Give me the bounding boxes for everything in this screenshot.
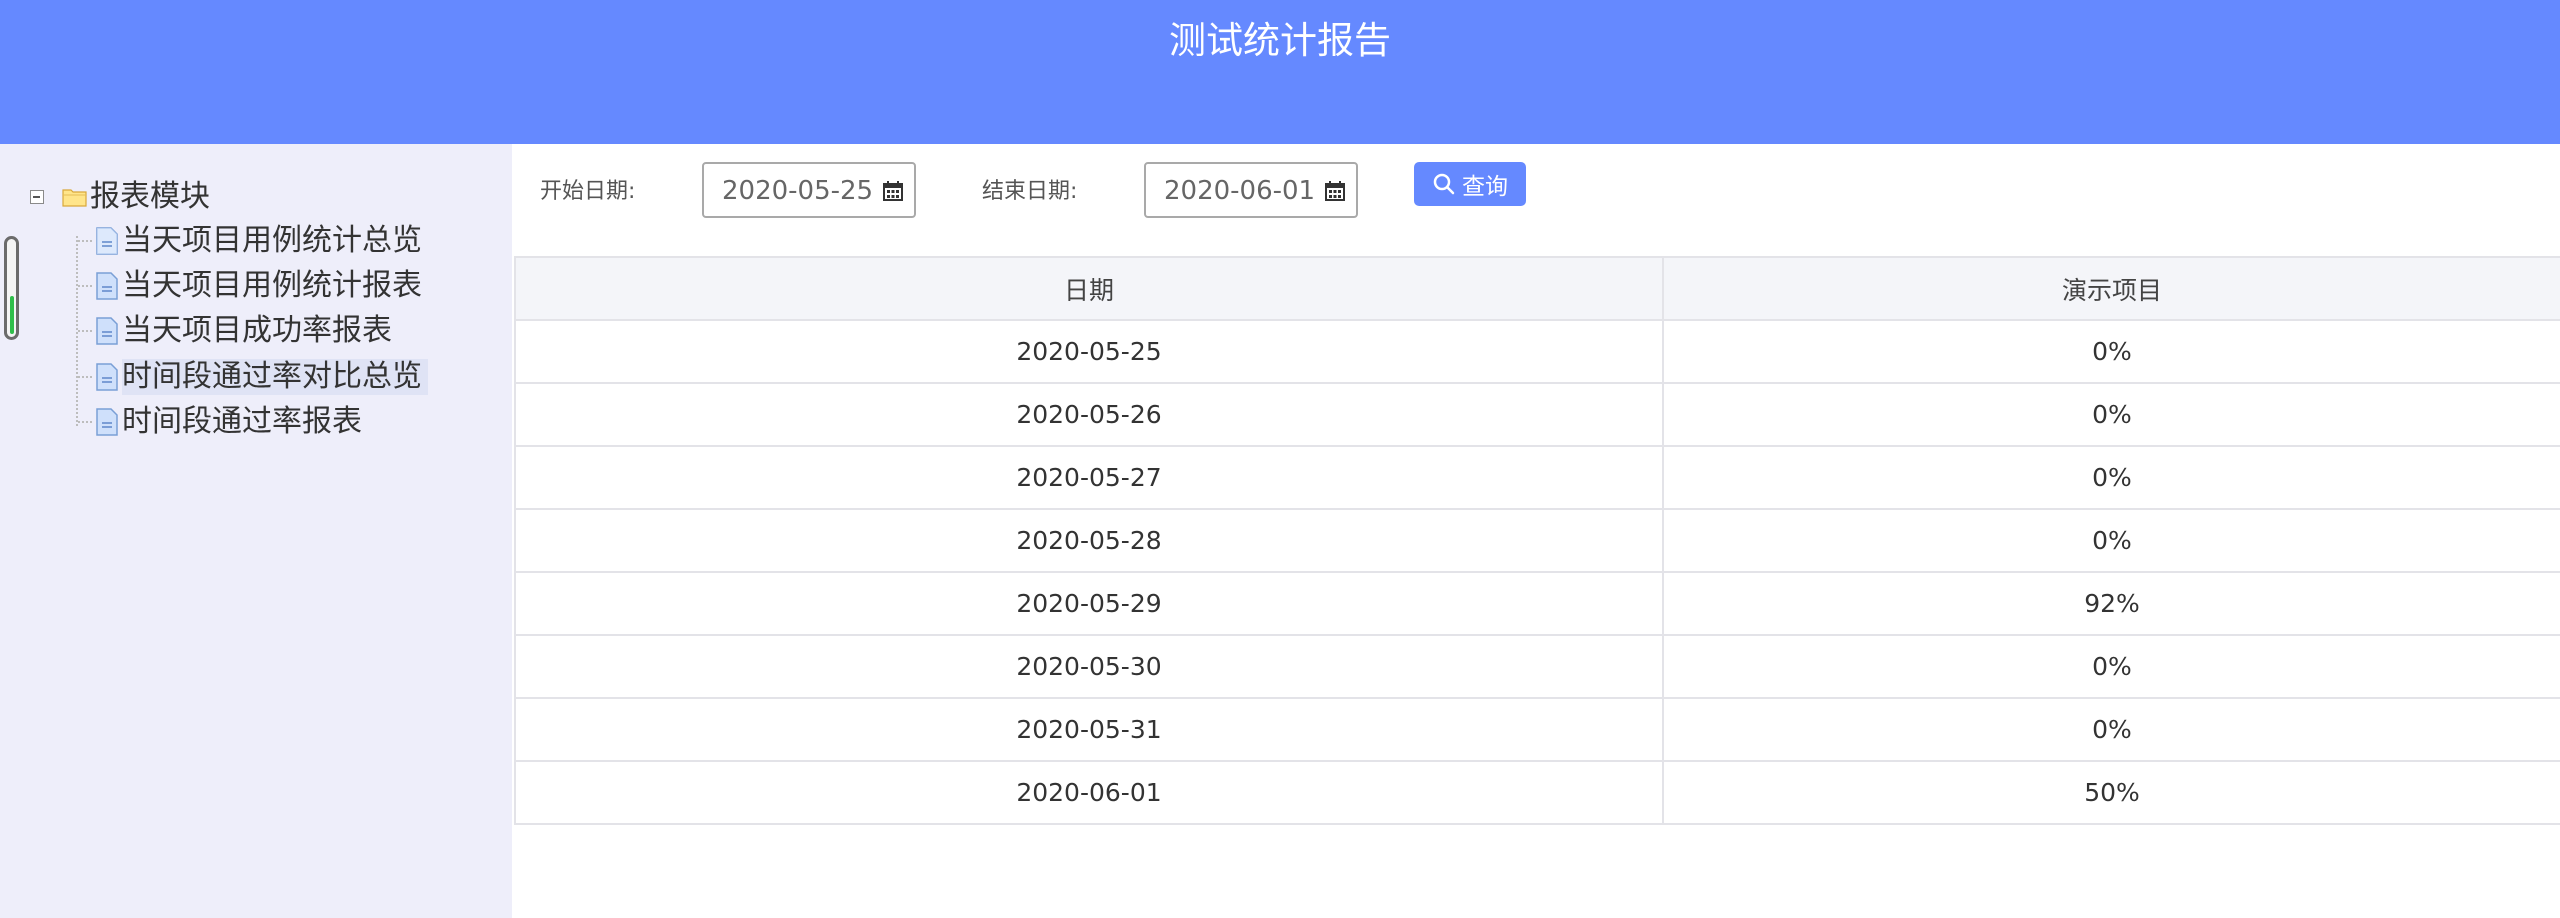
sidebar-scrollbar[interactable]: [4, 236, 19, 340]
tree-item-label: 当天项目用例统计总览: [122, 223, 422, 258]
end-date-label: 结束日期:: [982, 179, 1078, 204]
table-row: 2020-05-26 0%: [514, 382, 2560, 447]
cell-rate: 0%: [1662, 319, 2560, 384]
tree-item-label: 时间段通过率对比总览: [122, 359, 428, 395]
end-date-value: 2020-06-01: [1164, 176, 1316, 206]
cell-date: 2020-06-01: [514, 760, 1664, 825]
end-date-input[interactable]: 2020-06-01: [1144, 162, 1358, 218]
document-icon: [96, 408, 118, 436]
app-header: 测试统计报告: [0, 0, 2560, 144]
table-row: 2020-05-27 0%: [514, 445, 2560, 510]
cell-rate: 0%: [1662, 445, 2560, 510]
search-icon: [1433, 173, 1455, 195]
report-table: 日期 演示项目 2020-05-25 0% 2020-05-26 0% 2020…: [514, 256, 2560, 825]
cell-rate: 0%: [1662, 382, 2560, 447]
sidebar: 报表模块 当天项目用例统计总览 当天项目用例统计报表 当天项目成功率报表 时间段…: [0, 144, 512, 918]
cell-rate: 0%: [1662, 697, 2560, 762]
table-row: 2020-06-01 50%: [514, 760, 2560, 825]
column-header-date[interactable]: 日期: [514, 256, 1664, 321]
document-icon: [96, 317, 118, 345]
table-row: 2020-05-30 0%: [514, 634, 2560, 699]
table-row: 2020-05-29 92%: [514, 571, 2560, 636]
cell-date: 2020-05-26: [514, 382, 1664, 447]
tree-item-daily-case-overview[interactable]: 当天项目用例统计总览: [78, 221, 422, 261]
tree-root-node[interactable]: 报表模块: [30, 179, 210, 215]
cell-date: 2020-05-31: [514, 697, 1664, 762]
table-row: 2020-05-31 0%: [514, 697, 2560, 762]
cell-date: 2020-05-29: [514, 571, 1664, 636]
tree-item-label: 当天项目用例统计报表: [122, 268, 422, 303]
start-date-value: 2020-05-25: [722, 176, 874, 206]
cell-rate: 50%: [1662, 760, 2560, 825]
column-header-demo-project[interactable]: 演示项目: [1662, 256, 2560, 321]
scrollbar-thumb[interactable]: [10, 296, 14, 334]
cell-date: 2020-05-27: [514, 445, 1664, 510]
main-content: 开始日期: 2020-05-25 结束日期: 2020-06-01 查询 日期 …: [512, 144, 2560, 918]
tree-item-period-pass-rate-overview[interactable]: 时间段通过率对比总览: [78, 357, 428, 397]
tree-item-label: 当天项目成功率报表: [122, 313, 392, 348]
minus-box-icon[interactable]: [30, 190, 44, 204]
document-icon: [96, 227, 118, 255]
start-date-label: 开始日期:: [540, 179, 636, 204]
document-icon: [96, 272, 118, 300]
tree-item-period-pass-rate-report[interactable]: 时间段通过率报表: [78, 402, 362, 442]
start-date-input[interactable]: 2020-05-25: [702, 162, 916, 218]
cell-rate: 0%: [1662, 508, 2560, 573]
calendar-icon[interactable]: [1324, 180, 1346, 202]
table-row: 2020-05-25 0%: [514, 319, 2560, 384]
query-button[interactable]: 查询: [1414, 162, 1526, 206]
folder-icon: [62, 189, 87, 207]
page-title: 测试统计报告: [1169, 19, 1391, 62]
cell-date: 2020-05-30: [514, 634, 1664, 699]
cell-date: 2020-05-25: [514, 319, 1664, 384]
tree-item-label: 时间段通过率报表: [122, 404, 362, 439]
tree-item-daily-case-report[interactable]: 当天项目用例统计报表: [78, 266, 422, 306]
table-row: 2020-05-28 0%: [514, 508, 2560, 573]
tree-root-label: 报表模块: [90, 179, 210, 214]
calendar-icon[interactable]: [882, 180, 904, 202]
document-icon: [96, 363, 118, 391]
tree-item-daily-success-rate[interactable]: 当天项目成功率报表: [78, 311, 392, 351]
cell-rate: 92%: [1662, 571, 2560, 636]
table-header-row: 日期 演示项目: [514, 256, 2560, 321]
query-button-label: 查询: [1462, 174, 1508, 200]
cell-date: 2020-05-28: [514, 508, 1664, 573]
cell-rate: 0%: [1662, 634, 2560, 699]
